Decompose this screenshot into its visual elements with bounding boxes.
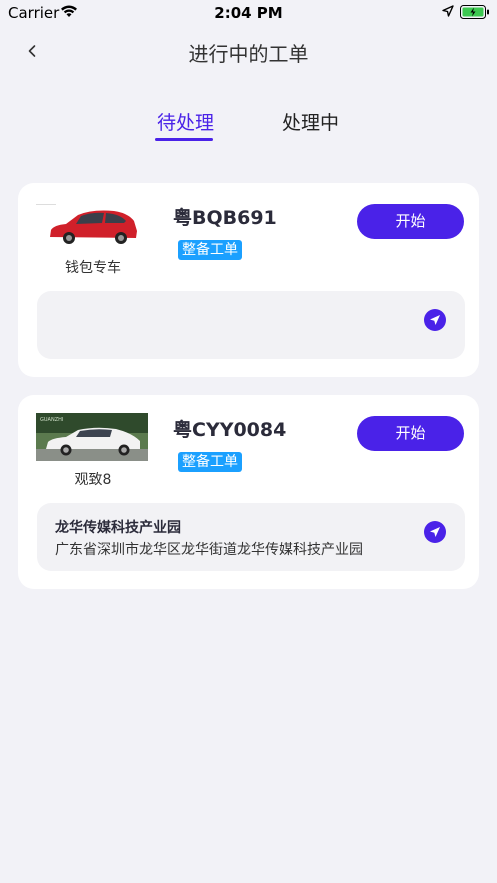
start-button[interactable]: 开始	[357, 204, 464, 239]
license-plate: 粤CYY0084	[173, 419, 287, 441]
status-tabs: 待处理 处理中	[0, 108, 497, 144]
battery-icon	[460, 5, 489, 19]
location-arrow-icon	[442, 5, 454, 17]
start-button[interactable]: 开始	[357, 416, 464, 451]
address-box[interactable]: 龙华传媒科技产业园 广东省深圳市龙华区龙华街道龙华传媒科技产业园	[37, 503, 465, 571]
car-model-name: 钱包专车	[65, 260, 121, 276]
car-photo	[36, 201, 148, 249]
page-title: 进行中的工单	[188, 42, 309, 66]
address-box[interactable]	[37, 291, 465, 359]
order-type-badge: 整备工单	[178, 240, 242, 260]
address-name: 龙华传媒科技产业园	[55, 520, 181, 536]
svg-text:GUANZHI: GUANZHI	[40, 417, 63, 423]
navigate-icon[interactable]	[424, 521, 446, 543]
car-model-name: 观致8	[74, 472, 112, 488]
navigate-icon[interactable]	[424, 309, 446, 331]
status-bar: Carrier 2:04 PM	[0, 0, 497, 26]
tab-pending[interactable]: 待处理	[157, 108, 214, 135]
navigation-bar: 进行中的工单	[0, 26, 497, 76]
active-tab-indicator	[155, 138, 213, 141]
license-plate: 粤BQB691	[173, 207, 277, 229]
order-card[interactable]: 钱包专车 粤BQB691 整备工单 开始	[18, 183, 479, 377]
address-detail: 广东省深圳市龙华区龙华街道龙华传媒科技产业园	[55, 542, 363, 558]
tab-processing[interactable]: 处理中	[282, 108, 339, 135]
car-photo: GUANZHI	[36, 413, 148, 461]
order-type-badge: 整备工单	[178, 452, 242, 472]
order-card[interactable]: GUANZHI 观致8 粤CYY0084 整备工单 开始 龙华传媒科技产业园 广…	[18, 395, 479, 589]
clock: 2:04 PM	[214, 4, 283, 22]
